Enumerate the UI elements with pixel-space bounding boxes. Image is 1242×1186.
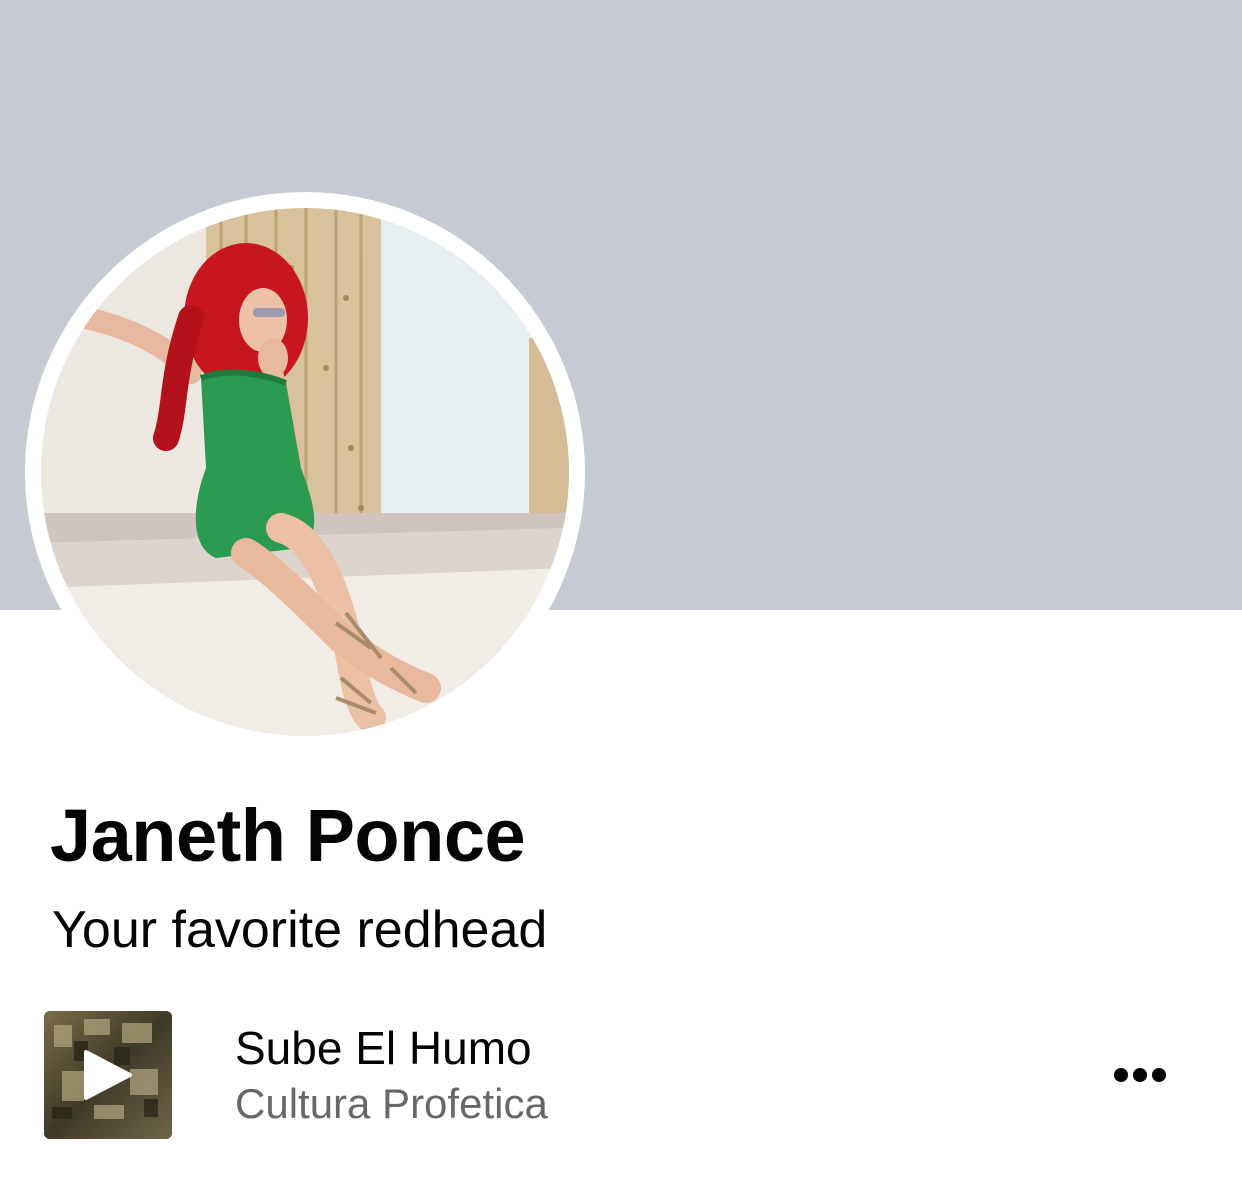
profile-picture[interactable] [25, 192, 585, 752]
play-icon[interactable] [82, 1048, 134, 1102]
more-horizontal-icon-dot [1152, 1068, 1166, 1082]
profile-photo [41, 208, 569, 736]
profile-bio: Your favorite redhead [52, 901, 548, 959]
profile-name: Janeth Ponce [50, 794, 526, 877]
song-artist[interactable]: Cultura Profetica [235, 1078, 548, 1130]
more-options-button[interactable] [1104, 1055, 1176, 1095]
more-horizontal-icon [1114, 1068, 1128, 1082]
more-horizontal-icon-dot [1133, 1068, 1147, 1082]
song-title[interactable]: Sube El Humo [235, 1020, 532, 1076]
profile-song[interactable]: Sube El Humo Cultura Profetica [0, 1000, 1242, 1150]
album-art[interactable] [44, 1011, 172, 1139]
